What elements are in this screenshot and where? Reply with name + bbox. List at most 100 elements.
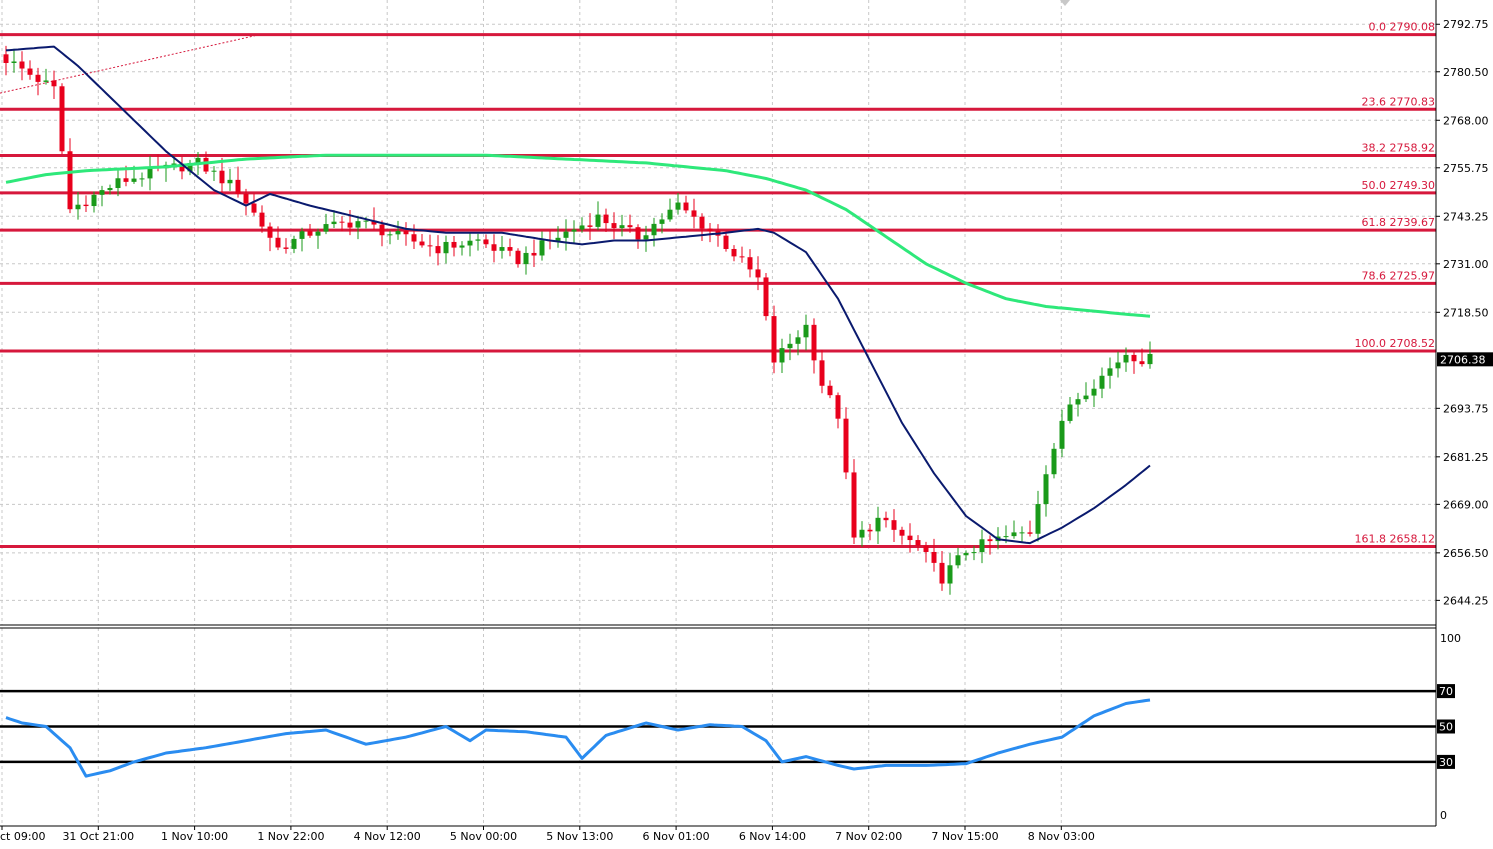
candle-body — [75, 204, 81, 210]
price-tick-label: 2755.75 — [1443, 162, 1489, 175]
candle-body — [203, 157, 209, 172]
candle-body — [123, 178, 129, 182]
candle-body — [235, 179, 241, 194]
rsi-level-label: 50 — [1439, 721, 1453, 734]
candle-body — [659, 219, 665, 224]
candle-body — [563, 231, 569, 238]
candle-body — [35, 74, 41, 82]
candle-body — [443, 241, 449, 254]
candle-body — [379, 224, 385, 236]
candle-body — [899, 529, 905, 536]
candle-body — [603, 214, 609, 224]
trading-chart[interactable]: 0.0 2790.08 23.6 2770.83 38.2 2758.92 50.0 … — [0, 0, 1493, 849]
candle-body — [1131, 354, 1137, 362]
candle-body — [691, 210, 697, 217]
candle-body — [363, 220, 369, 222]
fib-level-label: 23.6 2770.83 — [1362, 95, 1435, 108]
candle-body — [1139, 361, 1145, 365]
candle-body — [259, 212, 265, 227]
fib-level-label: 50.0 2749.30 — [1362, 179, 1435, 192]
candle-body — [211, 170, 217, 172]
candle-body — [43, 80, 49, 82]
candle-body — [83, 204, 89, 207]
candle-body — [699, 216, 705, 229]
fib-level-label: 161.8 2658.12 — [1355, 533, 1435, 546]
candle-body — [19, 61, 25, 69]
candle-body — [291, 238, 297, 249]
candle-body — [779, 348, 785, 363]
candle-body — [843, 418, 849, 473]
candle-body — [683, 202, 689, 211]
candle-body — [531, 252, 537, 256]
time-tick-label: 4 Nov 12:00 — [354, 830, 421, 843]
candle-body — [1147, 353, 1153, 365]
candle-body — [331, 221, 337, 225]
rsi-tick-label: 100 — [1440, 632, 1461, 645]
candle-body — [267, 226, 273, 238]
candle-body — [451, 241, 457, 248]
candle-body — [819, 360, 825, 386]
candle-body — [1051, 448, 1057, 475]
price-tick-label: 2644.25 — [1443, 594, 1489, 607]
candle-body — [867, 529, 873, 532]
candle-body — [763, 277, 769, 317]
candle-body — [595, 214, 601, 227]
candle-body — [315, 231, 321, 236]
candle-body — [859, 529, 865, 538]
time-tick-label: 8 Nov 03:00 — [1028, 830, 1095, 843]
candle-body — [955, 555, 961, 566]
candle-body — [1099, 375, 1105, 389]
candle-body — [571, 229, 577, 232]
candle-body — [827, 385, 833, 396]
candle-body — [1067, 404, 1073, 421]
candle-body — [115, 178, 121, 189]
candle-body — [675, 202, 681, 210]
candle-body — [883, 517, 889, 521]
candle-body — [1123, 354, 1129, 363]
price-tick-label: 2768.00 — [1443, 114, 1489, 127]
candle-body — [1091, 388, 1097, 396]
candle-body — [851, 472, 857, 538]
candle-body — [107, 188, 113, 191]
candle-body — [803, 324, 809, 338]
candle-body — [931, 551, 937, 563]
candle-body — [283, 247, 289, 249]
candle-body — [91, 194, 97, 207]
candle-body — [131, 178, 137, 182]
candle-body — [923, 545, 929, 552]
candle-body — [355, 221, 361, 228]
candle-body — [835, 395, 841, 419]
candle-body — [875, 517, 881, 532]
candle-body — [739, 256, 745, 258]
candle-body — [787, 343, 793, 349]
candle-body — [1035, 504, 1041, 534]
candle-body — [347, 222, 353, 228]
candle-body — [1115, 362, 1121, 369]
candle-body — [1011, 532, 1017, 537]
time-tick-label: 1 Nov 22:00 — [257, 830, 324, 843]
fib-level-label: 61.8 2739.67 — [1362, 216, 1435, 229]
candle-body — [539, 240, 545, 256]
time-tick-label: 7 Nov 02:00 — [835, 830, 902, 843]
fib-level-label: 0.0 2790.08 — [1369, 21, 1435, 34]
candle-body — [1107, 368, 1113, 376]
candle-body — [707, 228, 713, 231]
fib-level-label: 100.0 2708.52 — [1355, 337, 1435, 350]
candle-body — [27, 68, 33, 75]
candle-body — [1003, 536, 1009, 538]
candle-body — [939, 562, 945, 584]
time-tick-label: 6 Nov 01:00 — [643, 830, 710, 843]
price-tick-label: 2693.75 — [1443, 402, 1489, 415]
price-tick-label: 2731.00 — [1443, 258, 1489, 271]
candle-body — [251, 203, 257, 213]
candle-body — [747, 257, 753, 270]
candle-body — [411, 234, 417, 242]
candle-body — [67, 151, 73, 210]
candle-body — [1083, 395, 1089, 400]
candle-body — [971, 552, 977, 554]
time-tick-label: 1 Nov 10:00 — [161, 830, 228, 843]
current-price-label: 2706.38 — [1440, 353, 1486, 366]
candle-body — [299, 231, 305, 239]
time-tick-label: 5 Nov 00:00 — [450, 830, 517, 843]
rsi-level-label: 70 — [1439, 685, 1453, 698]
